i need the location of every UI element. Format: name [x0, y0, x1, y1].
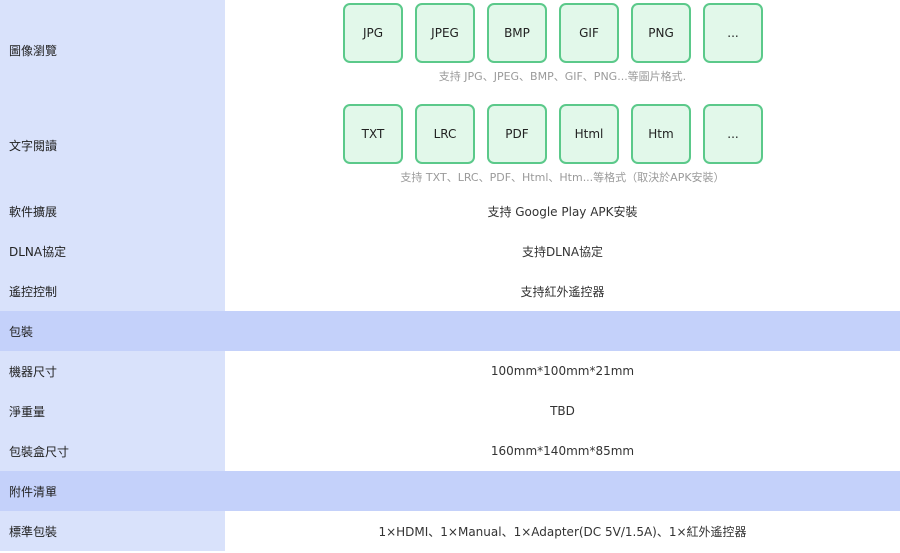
section-label: 包裝 [0, 311, 225, 351]
format-box: JPEG [415, 3, 475, 63]
format-label: GIF [579, 26, 599, 40]
format-box: PNG [631, 3, 691, 63]
row-label-text: 包裝盒尺寸 [9, 444, 70, 459]
row-dlna: DLNA協定 支持DLNA協定 [0, 231, 900, 271]
row-label: DLNA協定 [0, 231, 225, 271]
row-label: 軟件擴展 [0, 191, 225, 231]
section-fill [225, 311, 900, 351]
row-value: 支持紅外遙控器 [225, 271, 900, 311]
section-header-packaging: 包裝 [0, 311, 900, 351]
section-fill [225, 471, 900, 511]
format-note: 支持 JPG、JPEG、BMP、GIF、PNG...等圖片格式. [438, 70, 687, 83]
row-label-text: DLNA協定 [9, 244, 67, 259]
format-label: JPG [362, 26, 384, 40]
row-value-text: 支持 Google Play APK安裝 [487, 204, 638, 219]
format-label: PDF [505, 127, 529, 141]
row-label: 包裝盒尺寸 [0, 431, 225, 471]
section-header-accessories: 附件清單 [0, 471, 900, 511]
row-value-text: 160mm*140mm*85mm [490, 444, 635, 458]
row-label: 文字閱讀 [0, 100, 225, 191]
row-value-text: 支持DLNA協定 [521, 244, 604, 259]
row-text-reading: 文字閱讀 TXT LRC PDF Html Htm ... 支持 TXT、LRC… [0, 100, 900, 191]
format-box: Html [559, 104, 619, 164]
format-box: TXT [343, 104, 403, 164]
row-label-text: 軟件擴展 [9, 204, 58, 219]
row-value: 1×HDMI、1×Manual、1×Adapter(DC 5V/1.5A)、1×… [225, 511, 900, 551]
format-label: Html [574, 127, 604, 141]
format-label: LRC [433, 127, 457, 141]
section-label-text: 附件清單 [9, 484, 58, 499]
row-value: 支持 Google Play APK安裝 [225, 191, 900, 231]
row-label: 標準包裝 [0, 511, 225, 551]
format-boxes: TXT LRC PDF Html Htm ... [343, 104, 763, 164]
format-box: Htm [631, 104, 691, 164]
row-label-text: 淨重量 [9, 404, 46, 419]
format-box: ... [703, 104, 763, 164]
row-box-size: 包裝盒尺寸 160mm*140mm*85mm [0, 431, 900, 471]
format-box: ... [703, 3, 763, 63]
format-label: ... [727, 127, 739, 141]
format-box: GIF [559, 3, 619, 63]
row-image-preview: 圖像瀏覽 JPG JPEG BMP GIF PNG ... 支持 JPG、JPE… [0, 0, 900, 100]
format-note: 支持 TXT、LRC、PDF、Html、Htm...等格式（取決於APK安裝） [400, 171, 725, 184]
format-label: ... [727, 26, 739, 40]
row-value-text: 100mm*100mm*21mm [490, 364, 635, 378]
format-boxes: JPG JPEG BMP GIF PNG ... [343, 3, 763, 63]
format-box: BMP [487, 3, 547, 63]
format-label: Htm [648, 127, 674, 141]
row-label-text: 標準包裝 [9, 524, 58, 539]
format-box: PDF [487, 104, 547, 164]
row-value: TBD [225, 391, 900, 431]
format-label: JPEG [431, 26, 459, 40]
row-value-text: 1×HDMI、1×Manual、1×Adapter(DC 5V/1.5A)、1×… [378, 524, 747, 539]
section-label-text: 包裝 [9, 324, 34, 339]
row-value-text: 支持紅外遙控器 [520, 284, 605, 299]
format-label: TXT [361, 127, 385, 141]
row-value: 100mm*100mm*21mm [225, 351, 900, 391]
format-label: BMP [504, 26, 530, 40]
spec-table: 圖像瀏覽 JPG JPEG BMP GIF PNG ... 支持 JPG、JPE… [0, 0, 900, 553]
row-value: 160mm*140mm*85mm [225, 431, 900, 471]
row-label-text: 圖像瀏覽 [9, 43, 58, 58]
row-remote-control: 遙控控制 支持紅外遙控器 [0, 271, 900, 311]
row-net-weight: 淨重量 TBD [0, 391, 900, 431]
row-label-text: 遙控控制 [9, 284, 58, 299]
format-label: PNG [648, 26, 674, 40]
row-label: 遙控控制 [0, 271, 225, 311]
row-label: 圖像瀏覽 [0, 0, 225, 100]
row-label: 機器尺寸 [0, 351, 225, 391]
row-software-extension: 軟件擴展 支持 Google Play APK安裝 [0, 191, 900, 231]
row-label-text: 文字閱讀 [9, 139, 58, 153]
row-label: 淨重量 [0, 391, 225, 431]
row-standard-package: 標準包裝 1×HDMI、1×Manual、1×Adapter(DC 5V/1.5… [0, 511, 900, 551]
format-box: JPG [343, 3, 403, 63]
row-value: 支持DLNA協定 [225, 231, 900, 271]
row-label-text: 機器尺寸 [9, 364, 58, 379]
section-label: 附件清單 [0, 471, 225, 511]
format-box: LRC [415, 104, 475, 164]
row-machine-size: 機器尺寸 100mm*100mm*21mm [0, 351, 900, 391]
row-value-text: TBD [550, 404, 575, 418]
